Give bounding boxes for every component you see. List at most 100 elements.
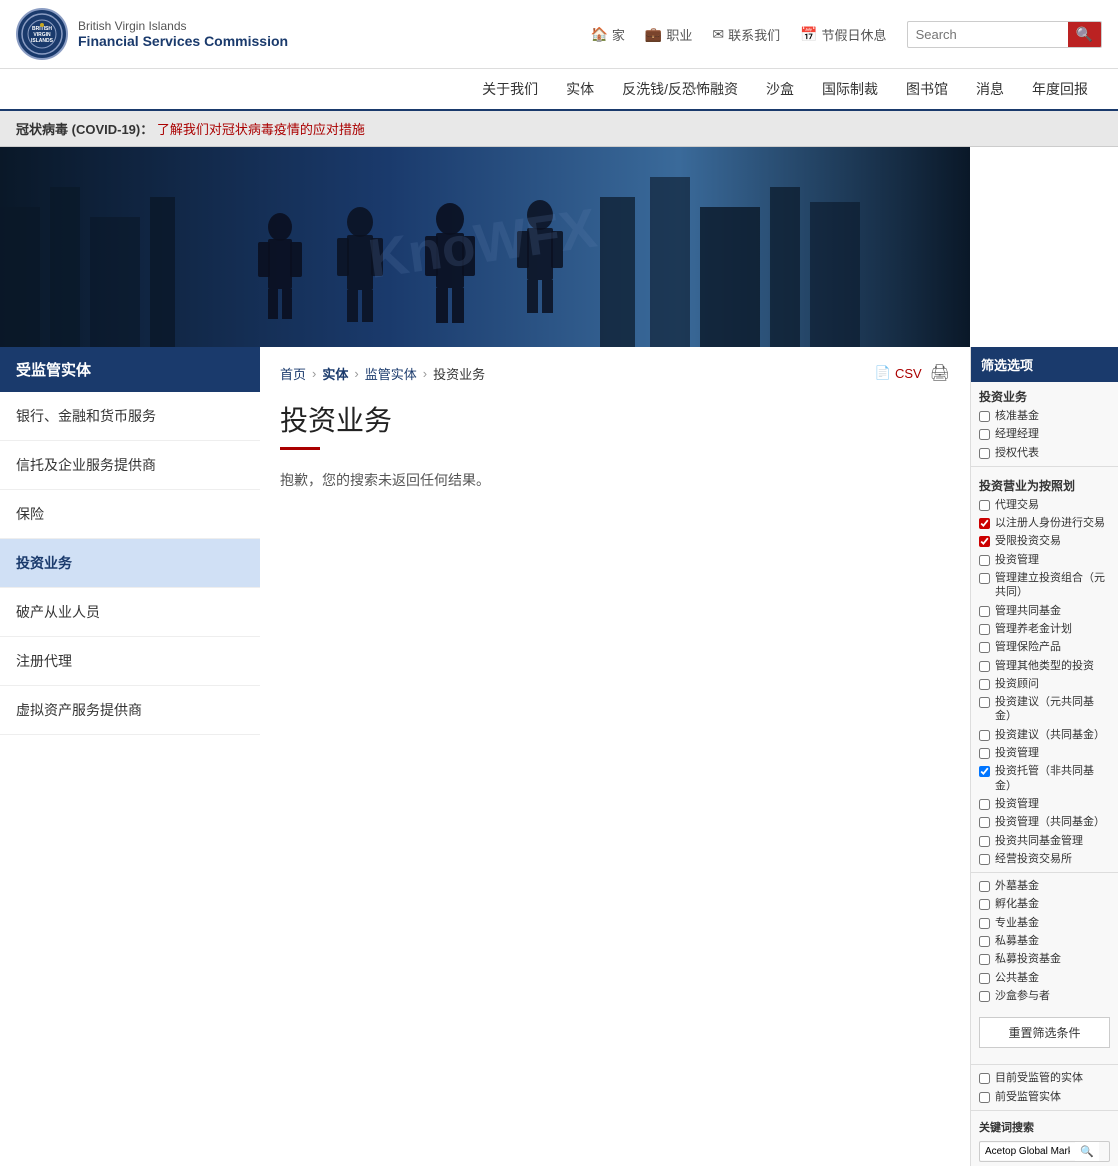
filter-item-inv-mgmt-mutual: 投资管理（共同基金） bbox=[971, 813, 1118, 831]
filter-checkbox-private-inv-fund[interactable] bbox=[979, 954, 990, 965]
filter-item-inv-advice-nonmutual: 投资建议（元共同基金） bbox=[971, 693, 1118, 726]
filter-item-inv-mgmt2: 投资管理 bbox=[971, 744, 1118, 762]
filter-checkbox-inv-mgmt2[interactable] bbox=[979, 748, 990, 759]
search-input[interactable] bbox=[908, 23, 1068, 46]
filter-label-authorised-rep: 授权代表 bbox=[995, 446, 1039, 460]
sidebar-item-virtual-assets[interactable]: 虚拟资产服务提供商 bbox=[0, 686, 260, 735]
covid-link[interactable]: 了解我们对冠状病毒疫情的应对措施 bbox=[157, 122, 365, 137]
filter-checkbox-inv-mutual-fund-mgmt[interactable] bbox=[979, 836, 990, 847]
filter-checkbox-inv-mgmt-mutual[interactable] bbox=[979, 817, 990, 828]
sidebar-item-insolvency[interactable]: 破产从业人员 bbox=[0, 588, 260, 637]
nav-library[interactable]: 图书馆 bbox=[892, 69, 962, 109]
filter-checkbox-overseas-fund[interactable] bbox=[979, 881, 990, 892]
filter-checkbox-mgmt-insurance[interactable] bbox=[979, 642, 990, 653]
filter-label-manager: 经理经理 bbox=[995, 427, 1039, 441]
breadcrumb-supervised[interactable]: 监管实体 bbox=[365, 364, 417, 383]
logo-area: BRITISH VIRGIN ISLANDS British Virgin Is… bbox=[16, 8, 288, 60]
filter-checkbox-authorised-rep[interactable] bbox=[979, 448, 990, 459]
sidebar-item-insurance[interactable]: 保险 bbox=[0, 490, 260, 539]
filter-checkbox-mgmt-pension[interactable] bbox=[979, 624, 990, 635]
breadcrumb-sep3: › bbox=[423, 366, 427, 381]
keyword-search-button[interactable]: 🔍 bbox=[1075, 1142, 1099, 1161]
filter-checkbox-currently-supervised[interactable] bbox=[979, 1073, 990, 1084]
filter-checkbox-inv-mgmt3[interactable] bbox=[979, 799, 990, 810]
filter-checkbox-formerly-supervised[interactable] bbox=[979, 1092, 990, 1103]
search-button[interactable]: 🔍 bbox=[1068, 22, 1101, 47]
main-section: 首页 › 实体 › 监管实体 › 投资业务 📄 CSV 🖨 投资业务 bbox=[260, 347, 970, 1166]
filter-checkbox-inv-advisor[interactable] bbox=[979, 679, 990, 690]
filter-label-approved-fund: 核准基金 bbox=[995, 409, 1039, 423]
filter-item-inv-mutual-fund-mgmt: 投资共同基金管理 bbox=[971, 832, 1118, 850]
filter-label-inv-custody-nonmutual: 投资托管（非共同基金） bbox=[995, 764, 1110, 793]
filter-checkbox-inv-advice-mutual[interactable] bbox=[979, 730, 990, 741]
nav-sandbox[interactable]: 沙盒 bbox=[752, 69, 808, 109]
logo-line1: British Virgin Islands bbox=[78, 19, 288, 33]
filter-item-inv-advisor: 投资顾问 bbox=[971, 675, 1118, 693]
sidebar-item-investment[interactable]: 投资业务 bbox=[0, 539, 260, 588]
csv-button[interactable]: 📄 CSV bbox=[875, 365, 922, 381]
filter-checkbox-inv-mgmt[interactable] bbox=[979, 555, 990, 566]
sidebar-item-registered-agent[interactable]: 注册代理 bbox=[0, 637, 260, 686]
nav-news[interactable]: 消息 bbox=[962, 69, 1018, 109]
header-top: BRITISH VIRGIN ISLANDS British Virgin Is… bbox=[0, 0, 1118, 69]
filter-checkbox-registered-trade[interactable] bbox=[979, 518, 990, 529]
filter-label-mgmt-insurance: 管理保险产品 bbox=[995, 640, 1061, 654]
filter-checkbox-inv-custody-nonmutual[interactable] bbox=[979, 766, 990, 777]
filter-checkbox-mgmt-portfolio[interactable] bbox=[979, 573, 990, 584]
filter-checkbox-approved-fund[interactable] bbox=[979, 411, 990, 422]
filter-checkbox-inv-exchange[interactable] bbox=[979, 854, 990, 865]
filter-checkbox-mgmt-other[interactable] bbox=[979, 661, 990, 672]
sidebar-item-banking[interactable]: 银行、金融和货币服务 bbox=[0, 392, 260, 441]
keyword-search-input[interactable] bbox=[980, 1143, 1075, 1160]
nav-contact[interactable]: ✉ 联系我们 bbox=[712, 25, 780, 44]
sidebar-item-trust[interactable]: 信托及企业服务提供商 bbox=[0, 441, 260, 490]
filter-checkbox-professional-fund[interactable] bbox=[979, 918, 990, 929]
filter-label-inv-advice-mutual: 投资建议（共同基金） bbox=[995, 728, 1105, 742]
filter-item-private-inv-fund: 私募投资基金 bbox=[971, 950, 1118, 968]
nav-home[interactable]: 🏠 家 bbox=[590, 25, 624, 44]
content-wrapper: 受监管实体 银行、金融和货币服务 信托及企业服务提供商 保险 投资业务 破产从业… bbox=[0, 347, 1118, 1166]
filter-item-authorised-rep: 授权代表 bbox=[971, 444, 1118, 462]
nav-about[interactable]: 关于我们 bbox=[468, 69, 552, 109]
nav-holidays[interactable]: 📅 节假日休息 bbox=[800, 25, 886, 44]
nav-entities[interactable]: 实体 bbox=[552, 69, 608, 109]
keyword-search-label: 关键词搜索 bbox=[971, 1115, 1118, 1137]
breadcrumb-nav: 首页 › 实体 › 监管实体 › 投资业务 bbox=[280, 364, 485, 383]
filter-checkbox-private-fund[interactable] bbox=[979, 936, 990, 947]
breadcrumb-home[interactable]: 首页 bbox=[280, 364, 306, 383]
filter-label-registered-trade: 以注册人身份进行交易 bbox=[995, 516, 1105, 530]
filter-label-mgmt-pension: 管理养老金计划 bbox=[995, 622, 1072, 636]
filter-checkbox-inv-advice-nonmutual[interactable] bbox=[979, 697, 990, 708]
breadcrumb-entities[interactable]: 实体 bbox=[322, 364, 348, 383]
filter-checkbox-public-fund[interactable] bbox=[979, 973, 990, 984]
csv-label: CSV bbox=[895, 366, 922, 381]
logo-text: British Virgin Islands Financial Service… bbox=[78, 19, 288, 49]
nav-sanctions[interactable]: 国际制裁 bbox=[808, 69, 892, 109]
filter-checkbox-restricted-trade[interactable] bbox=[979, 536, 990, 547]
filter-label-inv-mgmt: 投资管理 bbox=[995, 553, 1039, 567]
filter-item-mgmt-insurance: 管理保险产品 bbox=[971, 638, 1118, 656]
filter-label-restricted-trade: 受限投资交易 bbox=[995, 534, 1061, 548]
page-title: 投资业务 bbox=[280, 399, 950, 439]
breadcrumb-sep1: › bbox=[312, 366, 316, 381]
filter-label-mgmt-portfolio: 管理建立投资组合（元共同） bbox=[995, 571, 1110, 600]
filter-label-inv-mgmt2: 投资管理 bbox=[995, 746, 1039, 760]
filter-checkbox-manager[interactable] bbox=[979, 429, 990, 440]
nav-career[interactable]: 💼 职业 bbox=[645, 25, 692, 44]
nav-annual[interactable]: 年度回报 bbox=[1018, 69, 1102, 109]
filter-checkbox-mgmt-mutual[interactable] bbox=[979, 606, 990, 617]
filter-item-restricted-trade: 受限投资交易 bbox=[971, 532, 1118, 550]
filter-item-inv-exchange: 经营投资交易所 bbox=[971, 850, 1118, 868]
filter-checkbox-sandbox-participant[interactable] bbox=[979, 991, 990, 1002]
filter-checkbox-incubator-fund[interactable] bbox=[979, 899, 990, 910]
nav-aml[interactable]: 反洗钱/反恐怖融资 bbox=[608, 69, 752, 109]
title-underline bbox=[280, 447, 320, 450]
filter-item-inv-advice-mutual: 投资建议（共同基金） bbox=[971, 726, 1118, 744]
filter-checkbox-agency-trade[interactable] bbox=[979, 500, 990, 511]
filter-divider2 bbox=[971, 872, 1118, 873]
print-button[interactable]: 🖨 bbox=[930, 363, 950, 383]
filter-item-public-fund: 公共基金 bbox=[971, 969, 1118, 987]
filter-label-sandbox-participant: 沙盒参与者 bbox=[995, 989, 1050, 1003]
sidebar: 受监管实体 银行、金融和货币服务 信托及企业服务提供商 保险 投资业务 破产从业… bbox=[0, 347, 260, 1166]
reset-filter-button[interactable]: 重置筛选条件 bbox=[979, 1017, 1110, 1048]
